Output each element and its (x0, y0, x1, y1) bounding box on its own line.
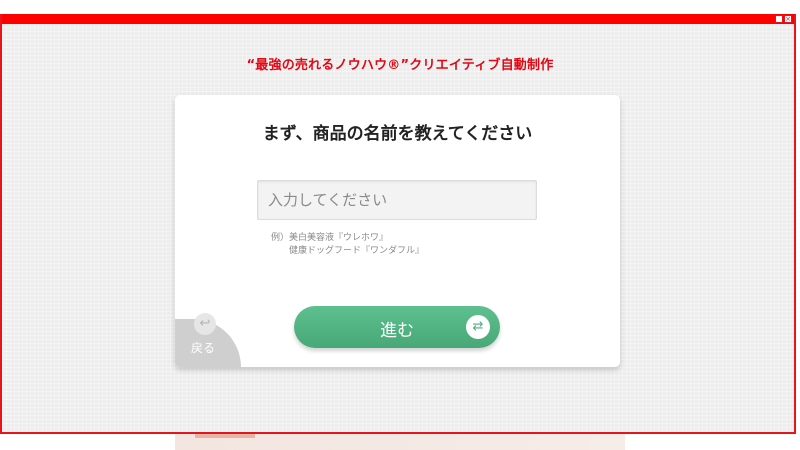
input-examples: 例）美白美容液『ウレホワ』 健康ドッグフード『ワンダフル』 (271, 232, 424, 258)
background-image-accent (195, 434, 255, 438)
window-controls: _ × (775, 15, 792, 23)
page-headline: “最強の売れるノウハウ®”クリエイティブ自動制作 (246, 58, 554, 73)
close-icon[interactable]: × (784, 15, 792, 23)
minimize-icon[interactable]: _ (775, 15, 783, 23)
example-line: 健康ドッグフード『ワンダフル』 (289, 246, 425, 256)
title-bar: _ × (2, 14, 794, 24)
product-name-card: まず、商品の名前を教えてください 例）美白美容液『ウレホワ』 健康ドッグフード『… (175, 95, 620, 367)
return-arrow-icon: ↩ (194, 313, 216, 335)
product-name-input[interactable] (257, 180, 537, 220)
cycle-arrow-icon: ⇄ (466, 315, 490, 339)
back-button-label: 戻る (191, 341, 216, 355)
example-line: 例）美白美容液『ウレホワ』 (271, 233, 389, 243)
next-button[interactable]: 進む ⇄ (294, 306, 500, 348)
card-title: まず、商品の名前を教えてください (262, 124, 533, 144)
back-button[interactable]: ↩ 戻る (175, 313, 241, 367)
